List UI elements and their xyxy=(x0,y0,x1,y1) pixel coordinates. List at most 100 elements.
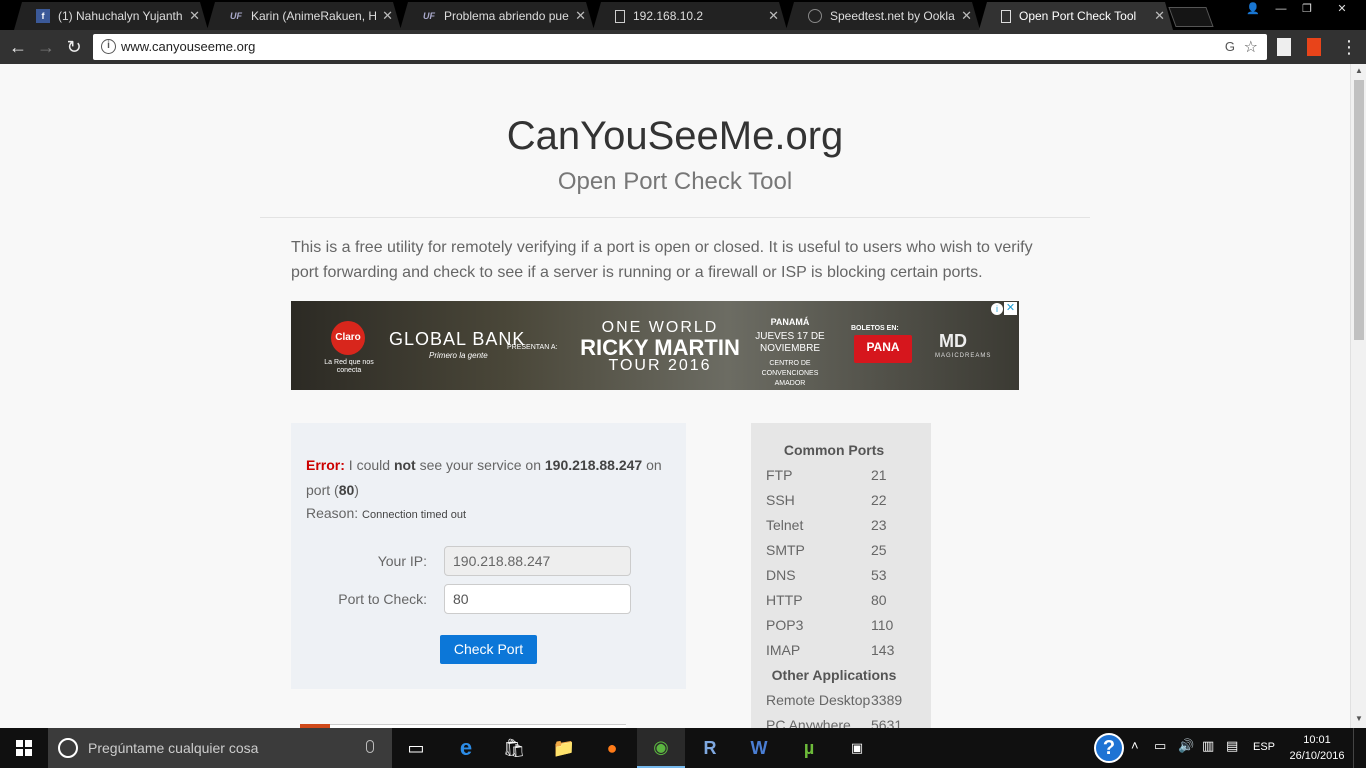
reload-icon[interactable]: ↻ xyxy=(63,36,85,58)
port-number: 3389 xyxy=(871,692,903,708)
port-name: PC Anywhere xyxy=(766,717,851,728)
close-tab-icon[interactable]: ✕ xyxy=(1154,8,1165,24)
site-subtitle: Open Port Check Tool xyxy=(557,168,793,195)
clock[interactable]: 10:01 26/10/2016 xyxy=(1284,732,1350,764)
network-icon[interactable]: ▥ xyxy=(1202,738,1214,754)
word-icon[interactable]: W xyxy=(735,728,783,768)
profile-icon[interactable]: 👤 xyxy=(1240,0,1266,18)
ad-banner[interactable]: Claro La Red que nos conecta GLOBAL BANK… xyxy=(291,301,1019,390)
forward-icon[interactable]: → xyxy=(35,36,57,58)
cortana-search[interactable]: Pregúntame cualquier cosa xyxy=(48,728,392,768)
page-icon xyxy=(615,10,625,23)
tab-5[interactable]: Speedtest.net by Ookla - ✕ xyxy=(786,2,980,30)
city-text: PANAMÁ xyxy=(770,317,810,327)
tab-1[interactable]: f (1) Nahuchalyn Yujanth C ✕ xyxy=(14,2,208,30)
result-ip: 190.218.88.247 xyxy=(544,457,643,473)
port-number: 143 xyxy=(871,642,895,658)
scroll-down-icon[interactable]: ▼ xyxy=(1355,714,1363,723)
r-icon[interactable]: R xyxy=(686,728,734,768)
new-tab-button[interactable] xyxy=(1168,7,1214,27)
show-desktop-button[interactable] xyxy=(1353,728,1366,768)
scroll-thumb[interactable] xyxy=(1354,80,1364,340)
restore-icon[interactable]: ❐ xyxy=(1294,0,1320,18)
task-view-icon[interactable]: ▭ xyxy=(392,728,440,768)
port-number: 53 xyxy=(871,567,887,583)
translate-icon[interactable]: G xyxy=(1225,39,1235,54)
page-scrollbar[interactable]: ▲ ▼ xyxy=(1350,64,1366,728)
close-tab-icon[interactable]: ✕ xyxy=(382,8,393,24)
producer-sub: MAGICDREAMS xyxy=(935,353,992,359)
ip-label: Your IP: xyxy=(377,553,427,569)
ad-close-icon[interactable]: ✕ xyxy=(1004,302,1017,315)
minimize-icon[interactable]: — xyxy=(1268,0,1294,18)
help-icon[interactable]: ? xyxy=(1094,733,1124,763)
close-window-icon[interactable]: ✕ xyxy=(1324,0,1360,18)
port-number: 5631 xyxy=(871,717,903,728)
check-port-button[interactable]: Check Port xyxy=(440,635,537,664)
port-name: Remote Desktop xyxy=(766,692,871,708)
tab-4[interactable]: 192.168.10.2 ✕ xyxy=(593,2,787,30)
action-center-icon[interactable]: ▤ xyxy=(1226,738,1238,754)
close-tab-icon[interactable]: ✕ xyxy=(189,8,200,24)
chrome-icon[interactable]: ◉ xyxy=(637,728,685,768)
close-tab-icon[interactable]: ✕ xyxy=(768,8,779,24)
utorrent-icon[interactable]: µ xyxy=(785,728,833,768)
port-name: POP3 xyxy=(766,617,804,633)
tab-title: (1) Nahuchalyn Yujanth C xyxy=(58,9,184,23)
claro-tagline: La Red que nos conecta xyxy=(324,359,374,374)
divider xyxy=(260,217,1090,218)
clock-date: 26/10/2016 xyxy=(1289,750,1345,762)
url-text[interactable]: www.canyouseeme.org xyxy=(121,39,255,54)
close-tab-icon[interactable]: ✕ xyxy=(575,8,586,24)
result-text: I could xyxy=(348,457,391,473)
back-icon[interactable]: ← xyxy=(7,36,29,58)
volume-icon[interactable]: 🔊 xyxy=(1178,738,1194,754)
store-icon[interactable]: 🛍 xyxy=(490,728,538,768)
tab-3[interactable]: UF Problema abriendo puert ✕ xyxy=(400,2,594,30)
result-text: ) xyxy=(354,482,359,498)
search-placeholder: Pregúntame cualquier cosa xyxy=(88,740,259,756)
menu-icon[interactable]: ⋮ xyxy=(1338,36,1360,58)
language-indicator[interactable]: ESP xyxy=(1253,741,1275,753)
microphone-icon[interactable] xyxy=(366,740,374,753)
cortana-icon xyxy=(58,738,78,758)
show-hidden-icons[interactable]: ˄ xyxy=(1131,738,1139,753)
tab-2[interactable]: UF Karin (AnimeRakuen, Hik ✕ xyxy=(207,2,401,30)
tab-6[interactable]: Open Port Check Tool ✕ xyxy=(979,2,1173,30)
global-bank-logo: GLOBAL BANK xyxy=(389,329,526,349)
tab-title: Problema abriendo puert xyxy=(444,9,570,23)
port-number: 110 xyxy=(871,617,894,633)
start-button[interactable] xyxy=(0,728,48,768)
cmd-icon[interactable]: ▣ xyxy=(833,728,881,768)
tour-text: TOUR 2016 xyxy=(608,357,712,374)
scroll-up-icon[interactable]: ▲ xyxy=(1355,66,1363,75)
office-icon[interactable] xyxy=(1307,38,1321,56)
port-name: HTTP xyxy=(766,592,803,608)
port-name: DNS xyxy=(766,567,796,583)
extension-page-icon[interactable] xyxy=(1277,38,1291,56)
site-title: CanYouSeeMe.org xyxy=(506,114,844,158)
venue-text: CENTRO DE CONVENCIONES AMADOR xyxy=(761,360,819,387)
port-name: Telnet xyxy=(766,517,804,533)
info-icon[interactable]: i xyxy=(101,39,116,54)
result-text: see your service on xyxy=(419,457,541,473)
address-bar[interactable]: i www.canyouseeme.org G ☆ xyxy=(93,34,1267,60)
web-page: CanYouSeeMe.org Open Port Check Tool Thi… xyxy=(0,64,1350,728)
clock-time: 10:01 xyxy=(1303,734,1331,746)
ip-field[interactable]: 190.218.88.247 xyxy=(444,546,631,576)
ticket-brand-logo: PANA xyxy=(854,335,912,363)
edge-icon[interactable]: e xyxy=(442,728,490,768)
port-check-form: Error: I could not see your service on 1… xyxy=(291,423,686,689)
adchoices-icon[interactable]: i xyxy=(991,303,1003,315)
file-explorer-icon[interactable]: 📁 xyxy=(540,728,588,768)
port-number: 80 xyxy=(871,592,887,608)
port-field[interactable]: 80 xyxy=(444,584,631,614)
battery-icon[interactable]: ▭ xyxy=(1154,738,1166,754)
page-icon xyxy=(1001,10,1011,23)
uf-icon: UF xyxy=(230,11,242,21)
description: This is a free utility for remotely veri… xyxy=(291,239,1033,281)
bookmark-star-icon[interactable]: ☆ xyxy=(1244,37,1258,57)
firefox-icon[interactable]: ● xyxy=(588,728,636,768)
boletos-text: BOLETOS EN: xyxy=(851,325,899,332)
close-tab-icon[interactable]: ✕ xyxy=(961,8,972,24)
